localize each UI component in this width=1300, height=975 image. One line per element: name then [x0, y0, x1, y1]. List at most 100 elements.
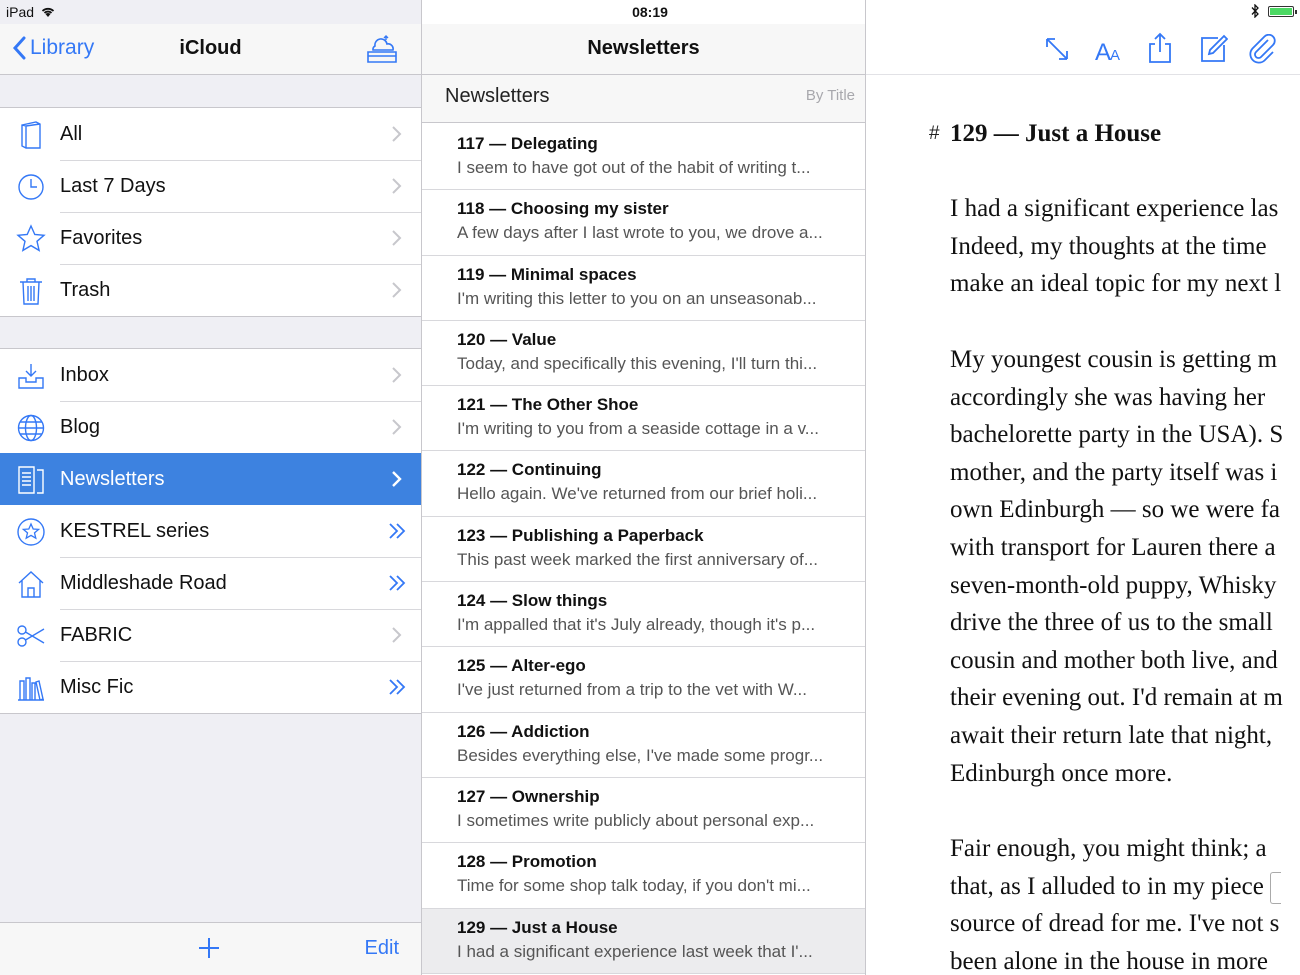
sidebar-pane: Library iCloud All Last 7 Days Favorites [0, 0, 422, 975]
list-item[interactable]: 121 — The Other Shoe I'm writing to you f… [422, 386, 865, 452]
text-line: make an ideal topic for my next l [950, 270, 1282, 298]
text-line: My youngest cousin is getting m [950, 346, 1278, 373]
text-line: that, as I alluded to in my piece [950, 868, 1282, 906]
list-navbar: Newsletters [422, 24, 865, 75]
double-chevron-right-icon [389, 523, 406, 539]
section-title: Newsletters [445, 85, 550, 107]
sidebar-item-all[interactable]: All [0, 108, 421, 160]
sheet-excerpt: I've just returned from a trip to the ve… [457, 680, 807, 700]
sheet-excerpt: Time for some shop talk today, if you do… [457, 876, 811, 896]
sheet-title: 122 — Continuing [457, 460, 602, 480]
sheet-excerpt: I'm writing this letter to you on an uns… [457, 288, 817, 308]
text-line: been alone in the house in more [950, 947, 1268, 975]
books-icon [18, 677, 44, 701]
document-icon [18, 466, 44, 494]
sheet-excerpt: A few days after I last wrote to you, we… [457, 223, 823, 243]
chevron-right-icon [392, 419, 402, 435]
star-circle-icon [17, 518, 45, 546]
text-line: await their return late that night, [950, 721, 1273, 749]
list-item[interactable]: 119 — Minimal spaces I'm writing this let… [422, 256, 865, 321]
list-item[interactable]: 125 — Alter-ego I've just returned from a… [422, 647, 865, 713]
sidebar-item-inbox[interactable]: Inbox [0, 349, 421, 401]
chevron-right-icon [392, 282, 402, 298]
trash-icon [20, 278, 42, 305]
scissors-icon [17, 625, 45, 647]
sheet-title: 129 — Just a House [457, 917, 618, 937]
list-item[interactable]: 127 — Ownership I sometimes write publicl… [422, 778, 865, 844]
sheet-list-pane: Newsletters Newsletters By Title 117 — D… [422, 0, 866, 975]
smart-folders-group: All Last 7 Days Favorites Trash [0, 107, 421, 317]
list-item[interactable]: 123 — Publishing a Paperback This past we… [422, 517, 865, 583]
sidebar-item-favorites[interactable]: Favorites [0, 212, 421, 264]
sheet-excerpt: Today, and specifically this evening, I'… [457, 353, 818, 373]
text-line: I had a significant experience las [950, 195, 1279, 222]
svg-text:A: A [1095, 39, 1111, 64]
sheet-excerpt: I had a significant experience last week… [457, 941, 813, 961]
add-icon[interactable] [196, 935, 222, 961]
share-icon[interactable] [1148, 32, 1172, 64]
paperclip-icon[interactable] [1248, 34, 1278, 64]
chevron-right-icon [392, 627, 402, 643]
chevron-right-icon [392, 230, 402, 246]
inbox-icon [18, 364, 44, 389]
sidebar-item-kestrel-series[interactable]: KESTREL series [0, 505, 421, 557]
sidebar-item-label: Last 7 Days [60, 174, 166, 197]
text-line: Edinburgh once more. [950, 759, 1173, 787]
sidebar-toolbar: Edit [0, 922, 421, 975]
list-item[interactable]: 122 — Continuing Hello again. We've retur… [422, 451, 865, 517]
chevron-right-icon [392, 471, 402, 487]
list-item[interactable]: 128 — Promotion Time for some shop talk t… [422, 843, 865, 909]
edit-button[interactable]: Edit [365, 937, 399, 960]
folders-group: Inbox Blog Newsletters KESTREL series Mi… [0, 348, 421, 714]
clock: 08:19 [632, 4, 668, 20]
list-item-selected[interactable]: 129 — Just a House I had a significant ex… [422, 908, 865, 974]
list-item[interactable]: 118 — Choosing my sister A few days after… [422, 190, 865, 256]
sheet-excerpt: Hello again. We've returned from our bri… [457, 484, 818, 504]
cloud-sync-icon[interactable] [365, 34, 399, 64]
compose-icon[interactable] [1198, 34, 1228, 64]
text-line: cousin and mother both live, and [950, 646, 1278, 674]
paragraph: I had a significant experience las Indee… [950, 190, 1281, 303]
bluetooth-icon [1251, 4, 1259, 18]
status-bar: iPad 08:19 [0, 0, 1300, 24]
sheet-excerpt: I sometimes write publicly about persona… [457, 810, 815, 830]
document-heading: 129 — Just a House [950, 120, 1162, 147]
sidebar-item-label: Newsletters [60, 467, 165, 490]
text-line: mother, and the party itself was i [950, 458, 1278, 486]
list-item[interactable]: 117 — Delegating I seem to have got out o… [422, 125, 865, 191]
sidebar-item-misc-fic[interactable]: Misc Fic [0, 661, 421, 713]
text-line: seven-month-old puppy, Whisky [950, 571, 1277, 599]
sidebar-item-label: Middleshade Road [60, 571, 227, 594]
text-line-content: that, as I alluded to in my piece [950, 872, 1264, 900]
sheet-title: 124 — Slow things [457, 591, 608, 611]
clock-icon [18, 174, 44, 200]
sort-button[interactable]: By Title [806, 87, 855, 104]
list-item[interactable]: 120 — Value Today, and specifically this … [422, 321, 865, 387]
sidebar-navbar: Library iCloud [0, 24, 421, 75]
list-item[interactable]: 126 — Addiction Besides everything else, … [422, 713, 865, 778]
chevron-right-icon [392, 367, 402, 383]
sidebar-item-middleshade-road[interactable]: Middleshade Road [0, 557, 421, 609]
sidebar-item-trash[interactable]: Trash [0, 264, 421, 316]
list-item[interactable]: 124 — Slow things I'm appalled that it's … [422, 582, 865, 648]
text-line: bachelorette party in the USA). S [950, 421, 1284, 449]
sidebar-item-blog[interactable]: Blog [0, 401, 421, 453]
sidebar-item-last-7-days[interactable]: Last 7 Days [0, 160, 421, 212]
text-line: their evening out. I'd remain at m [950, 684, 1283, 712]
heading-marker: # [929, 123, 940, 144]
sheet-list: 117 — Delegating I seem to have got out o… [422, 125, 865, 974]
sidebar-item-label: Blog [60, 415, 101, 438]
sidebar-item-label: All [60, 122, 83, 145]
svg-text:A: A [1110, 47, 1120, 64]
sidebar-item-fabric[interactable]: FABRIC [0, 609, 421, 661]
battery-icon [1268, 5, 1297, 17]
text-editor[interactable]: # 129 — Just a House I had a significant… [866, 75, 1300, 975]
sheet-title: 118 — Choosing my sister [457, 199, 669, 219]
book-icon [21, 121, 41, 149]
sheet-title: 125 — Alter-ego [457, 656, 586, 676]
inline-tag-box [1270, 871, 1282, 904]
globe-icon [17, 414, 45, 442]
font-size-icon[interactable]: AA [1094, 36, 1124, 64]
sidebar-item-newsletters[interactable]: Newsletters [0, 453, 421, 505]
expand-icon[interactable] [1044, 36, 1070, 62]
